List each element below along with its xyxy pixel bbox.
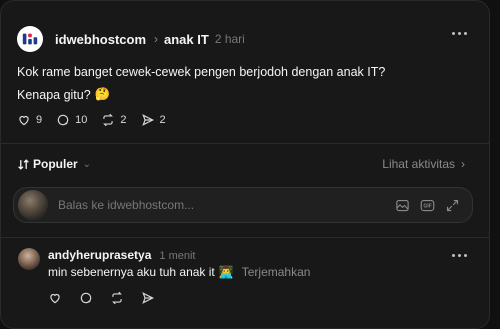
- comment-count: 10: [75, 114, 88, 126]
- idwebhost-logo[interactable]: [17, 26, 43, 52]
- repost-count: 2: [120, 114, 127, 126]
- comment-text-label: min sebenernya aku tuh anak it: [48, 265, 215, 279]
- post-text-line-2-label: Kenapa gitu?: [17, 87, 91, 102]
- share-count: 2: [159, 114, 166, 126]
- sort-label: Populer: [33, 157, 78, 171]
- repost-button[interactable]: 2: [101, 113, 127, 127]
- comment-button[interactable]: 10: [56, 113, 87, 127]
- repost-icon: [103, 113, 114, 127]
- comment-icon: [57, 114, 69, 126]
- sort-dropdown[interactable]: Populer ⌄: [17, 157, 91, 171]
- sort-icon: [18, 158, 29, 170]
- send-icon: [141, 114, 154, 126]
- share-button[interactable]: 2: [141, 113, 166, 127]
- current-user-avatar: [18, 190, 48, 220]
- heart-icon: [19, 115, 29, 126]
- comment-text: min sebenernya aku tuh anak it 👨‍💻 Terje…: [48, 265, 310, 279]
- reply-composer[interactable]: Balas ke idwebhostcom... GIF: [13, 187, 473, 223]
- post-topic[interactable]: anak IT: [164, 32, 209, 47]
- reply-input[interactable]: Balas ke idwebhostcom...: [58, 198, 395, 212]
- comment-time: 1 menit: [159, 250, 196, 262]
- comment-divider: [1, 237, 489, 238]
- like-count: 9: [36, 114, 43, 126]
- reply-tools: GIF: [395, 198, 460, 213]
- technologist-emoji: 👨‍💻: [218, 265, 234, 279]
- like-button[interactable]: 9: [17, 113, 42, 127]
- post-username[interactable]: idwebhostcom: [55, 32, 146, 47]
- image-icon[interactable]: [395, 198, 410, 213]
- chevron-right-icon: ›: [461, 157, 465, 171]
- post-text-line-1: Kok rame banget cewek-cewek pengen berjo…: [17, 65, 386, 79]
- view-activity-link[interactable]: Lihat aktivitas ›: [382, 157, 465, 171]
- heart-icon[interactable]: [48, 291, 62, 305]
- comment-more-icon[interactable]: [452, 254, 467, 257]
- gif-icon[interactable]: GIF: [420, 198, 435, 213]
- expand-icon[interactable]: [445, 198, 460, 213]
- svg-text:GIF: GIF: [423, 203, 431, 209]
- section-divider: [1, 143, 489, 144]
- comment-actions: [48, 291, 155, 305]
- page-background-edge: [490, 0, 500, 329]
- translate-link[interactable]: Terjemahkan: [242, 265, 311, 279]
- post-text-line-2: Kenapa gitu? 🤔: [17, 87, 110, 102]
- chevron-down-icon: ⌄: [82, 158, 92, 170]
- repost-icon[interactable]: [110, 291, 124, 305]
- activity-label: Lihat aktivitas: [382, 157, 455, 171]
- comment-avatar[interactable]: [18, 248, 40, 270]
- comment-header: andyheruprasetya 1 menit: [48, 248, 195, 262]
- logo-mark-icon: [22, 33, 38, 45]
- thread-card: idwebhostcom › anak IT 2 hari Kok rame b…: [0, 0, 490, 329]
- post-actions: 9 10 2 2: [17, 113, 180, 127]
- topic-separator: ›: [154, 32, 159, 46]
- send-icon[interactable]: [141, 291, 155, 305]
- comment-username[interactable]: andyheruprasetya: [48, 248, 151, 262]
- post-header: idwebhostcom › anak IT 2 hari: [17, 25, 245, 53]
- post-more-icon[interactable]: [452, 32, 467, 35]
- thinking-emoji: 🤔: [94, 87, 111, 101]
- post-time: 2 hari: [214, 32, 245, 46]
- comment-icon[interactable]: [79, 291, 93, 305]
